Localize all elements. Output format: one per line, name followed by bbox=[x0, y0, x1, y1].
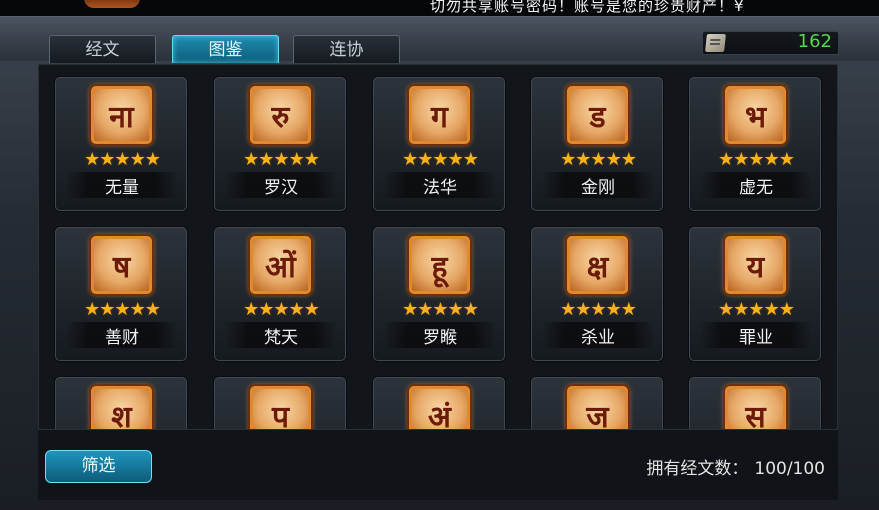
scripture-glyph-icon: स bbox=[725, 386, 786, 429]
scripture-card[interactable]: य ★★★★★ 罪业 bbox=[689, 227, 821, 361]
star-rating: ★★★★★ bbox=[402, 149, 479, 170]
star-rating: ★★★★★ bbox=[84, 299, 161, 320]
scripture-glyph-icon: ज bbox=[567, 386, 628, 429]
scripture-card[interactable]: ना ★★★★★ 无量 bbox=[55, 77, 187, 211]
filter-button[interactable]: 筛选 bbox=[45, 450, 152, 483]
scripture-card[interactable]: क्ष ★★★★★ 杀业 bbox=[531, 227, 663, 361]
scripture-counter: 162 bbox=[702, 31, 839, 55]
scripture-glyph-icon: अं bbox=[409, 386, 470, 429]
top-strip: 切勿共享账号密码！账号是您的珍贵财产！¥ bbox=[0, 0, 879, 16]
star-rating: ★★★★★ bbox=[560, 149, 637, 170]
scripture-glyph-icon: ष bbox=[91, 236, 152, 294]
scripture-name: 罗汉 bbox=[264, 178, 298, 198]
scripture-glyph-icon: श bbox=[91, 386, 152, 429]
scripture-name: 虚无 bbox=[739, 178, 773, 198]
tab-collection[interactable]: 图鉴 bbox=[172, 35, 279, 63]
scripture-card[interactable]: ग ★★★★★ 法华 bbox=[373, 77, 505, 211]
star-rating: ★★★★★ bbox=[402, 299, 479, 320]
scripture-glyph-icon: ना bbox=[91, 86, 152, 144]
star-rating: ★★★★★ bbox=[243, 149, 320, 170]
scroll-icon bbox=[705, 34, 726, 52]
scripture-card[interactable]: अं bbox=[373, 377, 505, 429]
owned-count: 拥有经文数： 100/100 bbox=[620, 454, 825, 479]
owned-label: 拥有经文数： bbox=[646, 459, 749, 479]
scripture-name: 金刚 bbox=[581, 178, 615, 198]
scripture-name: 杀业 bbox=[581, 328, 615, 348]
counter-value: 162 bbox=[797, 31, 832, 52]
star-rating: ★★★★★ bbox=[560, 299, 637, 320]
collection-grid: ना ★★★★★ 无量 रु ★★★★★ 罗汉 ग ★★★★★ 法华 ड ★★★★★ 金刚 भ ★★★★★… bbox=[38, 64, 838, 430]
star-rating: ★★★★★ bbox=[718, 149, 795, 170]
scripture-card[interactable]: श bbox=[55, 377, 187, 429]
star-rating: ★★★★★ bbox=[84, 149, 161, 170]
tab-combo[interactable]: 连协 bbox=[293, 35, 400, 63]
scripture-card[interactable]: ड ★★★★★ 金刚 bbox=[531, 77, 663, 211]
scripture-card[interactable]: प bbox=[214, 377, 346, 429]
scripture-name: 梵天 bbox=[264, 328, 298, 348]
scripture-glyph-icon: रु bbox=[250, 86, 311, 144]
scripture-card[interactable]: ज bbox=[531, 377, 663, 429]
star-rating: ★★★★★ bbox=[718, 299, 795, 320]
scripture-name: 善财 bbox=[105, 328, 139, 348]
game-logo-fragment bbox=[84, 0, 140, 8]
scripture-glyph-icon: प bbox=[250, 386, 311, 429]
star-rating: ★★★★★ bbox=[243, 299, 320, 320]
scripture-name: 罗睺 bbox=[423, 328, 457, 348]
scripture-glyph-icon: क्ष bbox=[567, 236, 628, 294]
scripture-glyph-icon: भ bbox=[725, 86, 786, 144]
scripture-card[interactable]: रु ★★★★★ 罗汉 bbox=[214, 77, 346, 211]
security-marquee: 切勿共享账号密码！账号是您的珍贵财产！¥ bbox=[430, 0, 745, 15]
owned-value: 100/100 bbox=[754, 459, 825, 479]
scripture-card[interactable]: स bbox=[689, 377, 821, 429]
tab-scriptures[interactable]: 经文 bbox=[49, 35, 156, 63]
scripture-name: 法华 bbox=[423, 178, 457, 198]
scripture-card[interactable]: ओं ★★★★★ 梵天 bbox=[214, 227, 346, 361]
scripture-glyph-icon: हू bbox=[409, 236, 470, 294]
scripture-card[interactable]: हू ★★★★★ 罗睺 bbox=[373, 227, 505, 361]
scripture-glyph-icon: ड bbox=[567, 86, 628, 144]
scripture-name: 无量 bbox=[105, 178, 139, 198]
scripture-glyph-icon: य bbox=[725, 236, 786, 294]
scripture-glyph-icon: ओं bbox=[250, 236, 311, 294]
scripture-card[interactable]: भ ★★★★★ 虚无 bbox=[689, 77, 821, 211]
scripture-card[interactable]: ष ★★★★★ 善财 bbox=[55, 227, 187, 361]
scripture-glyph-icon: ग bbox=[409, 86, 470, 144]
scripture-name: 罪业 bbox=[739, 328, 773, 348]
